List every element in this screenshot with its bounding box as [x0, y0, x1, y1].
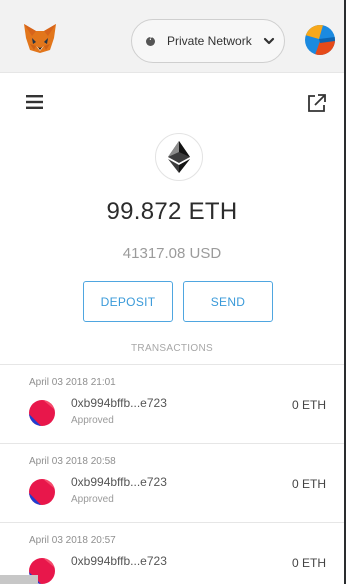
transactions-heading: TRANSACTIONS	[131, 343, 213, 354]
transaction-row[interactable]: April 03 2018 20:58 0xb994bffb...e723 Ap…	[0, 444, 344, 523]
account-avatar-icon[interactable]	[305, 25, 335, 55]
transaction-row[interactable]: April 03 2018 21:01 0xb994bffb...e723 Ap…	[0, 365, 344, 444]
transaction-amount: 0 ETH	[292, 556, 327, 570]
eth-balance: 99.872 ETH	[106, 198, 238, 225]
transaction-date: April 03 2018 21:01	[29, 377, 116, 388]
network-label: Private Network	[167, 34, 252, 48]
app-header: Private Network	[0, 0, 344, 73]
network-status-icon	[146, 35, 155, 46]
transaction-identicon-icon	[29, 400, 55, 426]
transaction-address: 0xb994bffb...e723	[71, 396, 167, 410]
fiat-balance: 41317.08 USD	[122, 245, 222, 262]
transaction-date: April 03 2018 20:58	[29, 456, 116, 467]
transaction-address: 0xb994bffb...e723	[71, 475, 167, 489]
ethereum-logo	[155, 133, 203, 181]
transaction-amount: 0 ETH	[292, 477, 327, 491]
metamask-fox-icon[interactable]	[22, 22, 58, 54]
ethereum-icon	[168, 141, 190, 173]
transaction-date: April 03 2018 20:57	[29, 535, 116, 546]
hamburger-menu-icon[interactable]	[26, 95, 43, 109]
horizontal-scrollbar[interactable]	[0, 575, 38, 584]
chevron-down-icon	[263, 37, 274, 45]
transactions-list: April 03 2018 21:01 0xb994bffb...e723 Ap…	[0, 364, 344, 584]
deposit-button[interactable]: DEPOSIT	[83, 281, 173, 322]
transaction-row[interactable]: April 03 2018 20:57 0xb994bffb...e723 0 …	[0, 523, 344, 584]
open-external-icon[interactable]	[306, 92, 328, 114]
transaction-status: Approved	[71, 415, 114, 426]
transaction-amount: 0 ETH	[292, 398, 327, 412]
send-button[interactable]: SEND	[183, 281, 273, 322]
transaction-address: 0xb994bffb...e723	[71, 554, 167, 568]
transaction-status: Approved	[71, 494, 114, 505]
transaction-identicon-icon	[29, 479, 55, 505]
metamask-popup: Private Network 99.872 ETH 41	[0, 0, 344, 584]
network-selector[interactable]: Private Network	[131, 19, 285, 63]
